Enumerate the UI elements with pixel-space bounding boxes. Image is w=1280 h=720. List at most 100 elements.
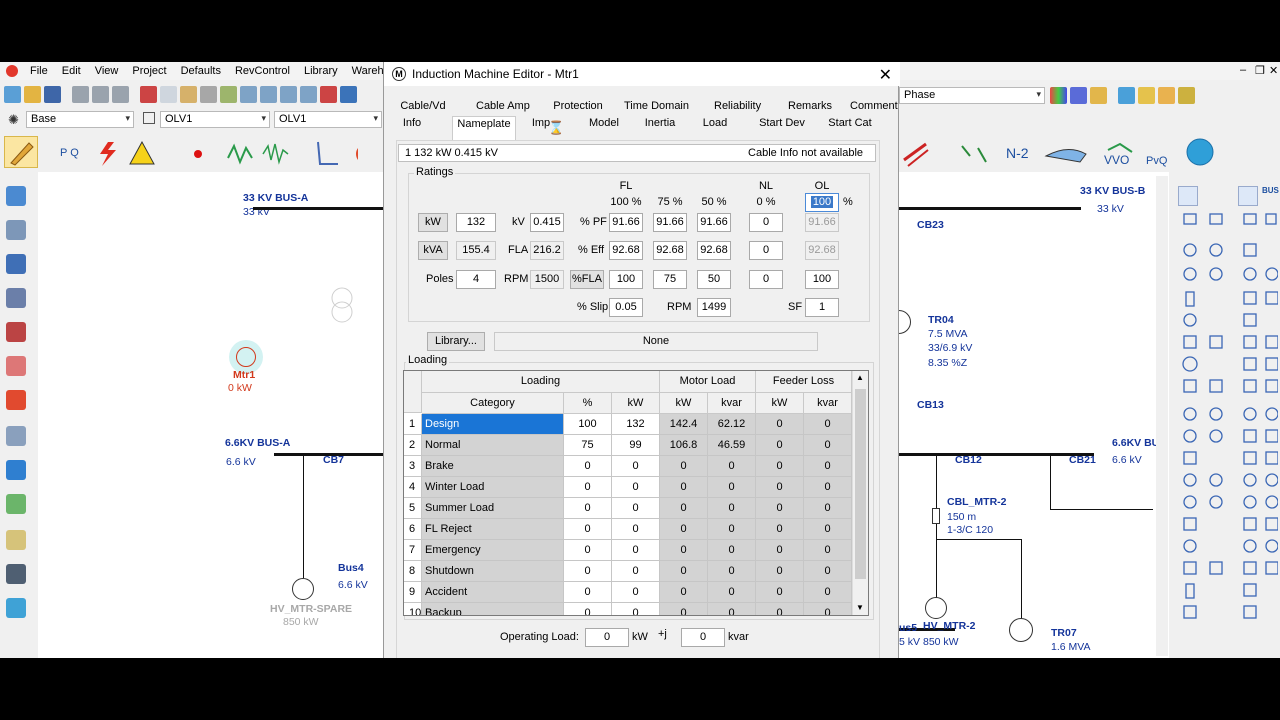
fla-nl-field[interactable]: 0 (749, 270, 783, 289)
tab-cable-vd[interactable]: Cable/Vd (398, 99, 448, 116)
row-percent[interactable]: 75 (564, 435, 612, 456)
grid-vscroll[interactable]: ▲ ▼ (852, 371, 868, 616)
menu-file[interactable]: File (30, 65, 48, 77)
kw-field[interactable]: 132 (456, 213, 496, 232)
row-category[interactable]: Backup (422, 603, 564, 616)
bus-a-name[interactable]: 33 KV BUS-A (243, 192, 308, 204)
one-line-diagram-right[interactable]: 33 KV BUS-B 33 kV CB23 TR04 7.5 MVA 33/6… (899, 172, 1169, 658)
pointer-icon[interactable] (1178, 186, 1198, 206)
transformer-element-icon[interactable] (6, 220, 26, 240)
3d-view-icon[interactable] (1118, 87, 1135, 104)
scroll-up-icon[interactable]: ▲ (856, 373, 864, 382)
row-percent[interactable]: 0 (564, 561, 612, 582)
pan-icon[interactable] (200, 86, 217, 103)
hv-mtr2-motor-icon[interactable] (925, 597, 947, 619)
pf-50-field[interactable]: 91.66 (697, 213, 731, 232)
fla-field[interactable]: 216.2 (530, 241, 564, 260)
col-category[interactable]: Category (422, 393, 564, 414)
ol-percent-field[interactable]: 100 (805, 193, 839, 212)
ac-element-icons[interactable] (1182, 210, 1278, 650)
hv-mtr2-name[interactable]: HV_MTR-2 (923, 620, 976, 632)
tab-remarks[interactable]: Remarks (788, 99, 830, 116)
map-icon[interactable] (6, 494, 26, 514)
undo-icon[interactable] (340, 86, 357, 103)
generator-element-icon[interactable] (6, 322, 26, 342)
row-percent[interactable]: 0 (564, 477, 612, 498)
row-kw[interactable]: 0 (612, 456, 660, 477)
pf-nl-field[interactable]: 0 (749, 213, 783, 232)
tr04-name[interactable]: TR04 (928, 314, 954, 326)
tr07-winding-icon[interactable] (1009, 618, 1033, 642)
zoom-out-icon[interactable] (260, 86, 277, 103)
menu-warehouse[interactable]: Wareh (352, 65, 384, 77)
edit-mode-button[interactable] (4, 136, 38, 168)
fla-100-field[interactable]: 100 (609, 270, 643, 289)
recycle-bin-icon[interactable] (6, 598, 26, 618)
row-kw[interactable]: 0 (612, 498, 660, 519)
bus5-name[interactable]: us5 (899, 622, 917, 634)
cb21-label[interactable]: CB21 (1069, 454, 1096, 466)
presentation-combo[interactable]: Base (26, 111, 134, 128)
sf-field[interactable]: 1 (805, 298, 839, 317)
row-percent[interactable]: 0 (564, 519, 612, 540)
pointer-icon-2[interactable] (1238, 186, 1258, 206)
row-percent[interactable]: 0 (564, 456, 612, 477)
loading-grid[interactable]: Loading Motor Load Feeder Loss Category … (403, 370, 869, 616)
tab-inertia[interactable]: Inertia (640, 116, 680, 133)
tab-cable-amp[interactable]: Cable Amp (476, 99, 526, 116)
print-setup-icon[interactable] (112, 86, 129, 103)
print-preview-icon[interactable] (92, 86, 109, 103)
row-kw[interactable]: 0 (612, 477, 660, 498)
grid-scroll-thumb[interactable] (855, 389, 866, 579)
study-combo[interactable]: OLV1 (274, 111, 382, 128)
menu-revcontrol[interactable]: RevControl (235, 65, 290, 77)
tab-time-domain[interactable]: Time Domain (624, 99, 686, 116)
dialog-close-button[interactable]: ✕ (879, 65, 892, 85)
tab-start-cat[interactable]: Start Cat (824, 116, 876, 133)
fla-75-field[interactable]: 75 (653, 270, 687, 289)
cut-icon[interactable] (140, 86, 157, 103)
bus-66b-name[interactable]: 6.6KV BU (1112, 437, 1159, 449)
paste-icon[interactable] (180, 86, 197, 103)
bus-b-name[interactable]: 33 KV BUS-B (1080, 185, 1145, 197)
bus-palette-icon[interactable]: BUS (1262, 186, 1279, 195)
bus-a-bar[interactable] (253, 207, 383, 210)
tab-comment[interactable]: Comment (850, 99, 894, 116)
zoom-in-icon[interactable] (240, 86, 257, 103)
motor-element-icon[interactable] (6, 288, 26, 308)
bus4-name[interactable]: Bus4 (338, 562, 364, 574)
diagram-vscroll[interactable] (1156, 176, 1168, 656)
row-kw[interactable]: 99 (612, 435, 660, 456)
load-element-icon[interactable] (6, 356, 26, 376)
library-button[interactable]: Library... (427, 332, 485, 351)
tab-load[interactable]: Load (698, 116, 732, 133)
tab-model[interactable]: Model (584, 116, 624, 133)
mtr1-motor-icon[interactable] (236, 347, 256, 367)
row-percent[interactable]: 0 (564, 498, 612, 519)
row-category[interactable]: Accident (422, 582, 564, 603)
check-icon[interactable] (320, 86, 337, 103)
col-feeder-kw[interactable]: kW (756, 393, 804, 414)
row-category[interactable]: Brake (422, 456, 564, 477)
tab-nameplate[interactable]: Nameplate (452, 116, 516, 140)
row-kw[interactable]: 0 (612, 561, 660, 582)
row-percent[interactable]: 100 (564, 414, 612, 435)
tab-start-dev[interactable]: Start Dev (756, 116, 808, 133)
menu-project[interactable]: Project (132, 65, 166, 77)
color-theme-icon[interactable] (1050, 87, 1067, 104)
col-feeder-kvar[interactable]: kvar (804, 393, 852, 414)
col-motor-kvar[interactable]: kvar (708, 393, 756, 414)
bus-66-name[interactable]: 6.6KV BUS-A (225, 437, 290, 449)
menu-defaults[interactable]: Defaults (181, 65, 221, 77)
row-category[interactable]: Shutdown (422, 561, 564, 582)
fla-50-field[interactable]: 50 (697, 270, 731, 289)
open-icon[interactable] (24, 86, 41, 103)
minimize-icon[interactable]: – (1240, 64, 1246, 76)
fla-ol-field[interactable]: 100 (805, 270, 839, 289)
eff-100-field[interactable]: 92.68 (609, 241, 643, 260)
cable-roll-icon[interactable] (6, 390, 26, 410)
eff-nl-field[interactable]: 0 (749, 241, 783, 260)
copy-icon[interactable] (160, 86, 177, 103)
one-line-diagram-left[interactable]: 33 KV BUS-A 33 kV Mtr1 0 kW 6.6KV BUS-A … (38, 172, 383, 658)
col-motor-kw[interactable]: kW (660, 393, 708, 414)
